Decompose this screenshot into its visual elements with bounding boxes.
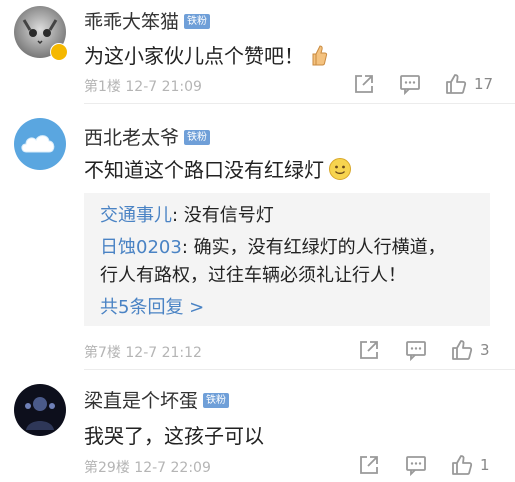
username-text[interactable]: 乖乖大笨猫 <box>84 11 179 33</box>
fan-badge: 铁粉 <box>184 129 211 145</box>
dark-avatar-icon <box>25 397 55 430</box>
comment-icon[interactable] <box>398 72 422 96</box>
like-icon[interactable] <box>450 453 474 477</box>
like-count: 1 <box>480 456 490 474</box>
floor-number: 第1楼 <box>84 79 121 95</box>
comment-icon[interactable] <box>404 338 428 362</box>
like-count: 17 <box>474 75 494 93</box>
username[interactable]: 乖乖大笨猫 铁粉 <box>84 7 211 34</box>
reply-username[interactable]: 交通事儿 <box>100 205 172 226</box>
comment-date: 12-7 21:12 <box>125 345 202 361</box>
comment-meta: 第29楼 12-7 22:09 <box>84 457 211 477</box>
reply-box: 交通事儿: 没有信号灯 日蚀0203: 确实，没有红绿灯的人行横道， 行人有路权… <box>84 193 490 326</box>
smile-icon <box>328 157 352 186</box>
comment-date: 12-7 22:09 <box>134 460 211 476</box>
more-replies-link[interactable]: 共5条回复 > <box>100 293 204 319</box>
verified-icon <box>50 43 68 61</box>
like-icon[interactable] <box>444 72 468 96</box>
username-text[interactable]: 西北老太爷 <box>84 127 179 149</box>
floor-number: 第7楼 <box>84 345 121 361</box>
share-icon[interactable] <box>357 453 381 477</box>
comment-text-content: 为这小家伙儿点个赞吧！ <box>84 44 304 68</box>
like-icon[interactable] <box>450 338 474 362</box>
comment-icon[interactable] <box>404 453 428 477</box>
fan-badge: 铁粉 <box>203 392 230 408</box>
avatar[interactable] <box>14 118 66 170</box>
reply-text: 没有信号灯 <box>183 205 274 226</box>
comment-meta: 第7楼 12-7 21:12 <box>84 342 202 362</box>
divider <box>84 369 515 370</box>
share-icon[interactable] <box>357 338 381 362</box>
comment-meta: 第1楼 12-7 21:09 <box>84 76 202 96</box>
share-icon[interactable] <box>352 72 376 96</box>
comment-date: 12-7 21:09 <box>125 79 202 95</box>
reply-item: 日蚀0203: 确实，没有红绿灯的人行横道， <box>100 237 446 258</box>
like-count: 3 <box>480 341 490 359</box>
comment-item: 乖乖大笨猫 铁粉 为这小家伙儿点个赞吧！ 第1楼 12-7 21:09 17 <box>0 0 515 104</box>
comment-text: 为这小家伙儿点个赞吧！ <box>84 40 328 72</box>
username[interactable]: 西北老太爷 铁粉 <box>84 123 211 150</box>
reply-username[interactable]: 日蚀0203 <box>100 237 182 258</box>
comment-text: 我哭了，这孩子可以 <box>84 424 264 448</box>
avatar[interactable] <box>14 384 66 436</box>
username[interactable]: 梁直是个坏蛋 铁粉 <box>84 386 230 413</box>
reply-text: 确实，没有红绿灯的人行横道， <box>193 237 446 258</box>
cloud-avatar-icon <box>21 135 55 153</box>
comment-text-content: 不知道这个路口没有红绿灯 <box>84 158 324 182</box>
username-text[interactable]: 梁直是个坏蛋 <box>84 390 198 412</box>
reply-text-continued: 行人有路权，过往车辆必须礼让行人！ <box>100 265 406 286</box>
fan-badge: 铁粉 <box>184 13 211 29</box>
thumbs-up-icon <box>308 43 328 72</box>
reply-item: 交通事儿: 没有信号灯 <box>100 205 274 226</box>
comment-text: 不知道这个路口没有红绿灯 <box>84 154 352 186</box>
floor-number: 第29楼 <box>84 460 130 476</box>
